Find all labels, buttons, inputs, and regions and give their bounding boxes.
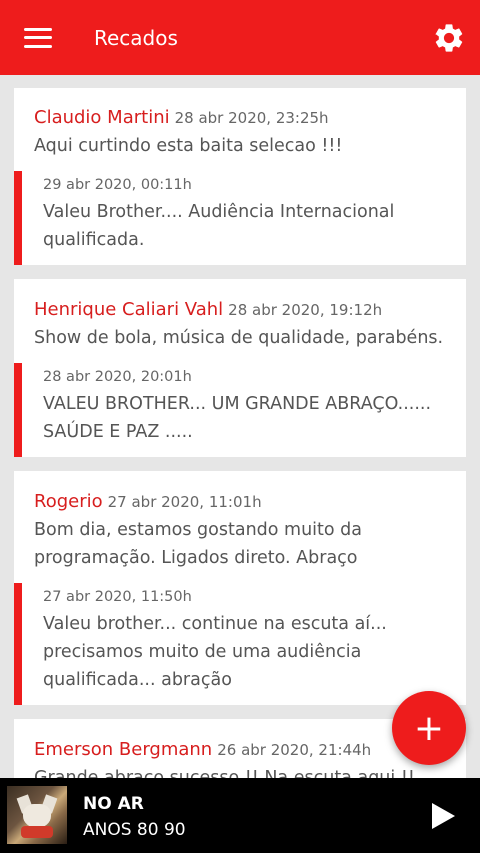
message-card: Rogerio 27 abr 2020, 11:01h Bom dia, esta… bbox=[14, 471, 466, 705]
reply-text: Valeu brother... continue na escuta aí..… bbox=[43, 614, 387, 690]
messages-list[interactable]: Claudio Martini 28 abr 2020, 23:25h Aqui … bbox=[0, 75, 480, 778]
reply-date: 28 abr 2020, 20:01h bbox=[43, 369, 192, 385]
reply-text: Valeu Brother.... Audiência Internaciona… bbox=[43, 202, 395, 250]
reply-block: 27 abr 2020, 11:50h Valeu brother... con… bbox=[14, 583, 466, 705]
reply-indicator bbox=[14, 363, 22, 457]
message-text: Bom dia, estamos gostando muito da progr… bbox=[34, 520, 362, 568]
reply-block: 29 abr 2020, 00:11h Valeu Brother.... Au… bbox=[14, 171, 466, 265]
play-icon[interactable] bbox=[430, 802, 456, 830]
message-author: Henrique Caliari Vahl bbox=[34, 299, 224, 320]
message-header: Henrique Caliari Vahl 28 abr 2020, 19:12h bbox=[34, 299, 382, 320]
reply-indicator bbox=[14, 171, 22, 265]
message-author: Emerson Bergmann bbox=[34, 739, 213, 760]
reply-date: 27 abr 2020, 11:50h bbox=[43, 589, 192, 605]
reply-text: VALEU BROTHER... UM GRANDE ABRAÇO...... … bbox=[43, 394, 432, 442]
message-date: 26 abr 2020, 21:44h bbox=[217, 741, 372, 759]
reply-date: 29 abr 2020, 00:11h bbox=[43, 177, 192, 193]
reply-indicator bbox=[14, 583, 22, 705]
message-author: Claudio Martini bbox=[34, 107, 170, 128]
reply-block: 28 abr 2020, 20:01h VALEU BROTHER... UM … bbox=[14, 363, 466, 457]
message-text: Show de bola, música de qualidade, parab… bbox=[34, 328, 444, 348]
gear-icon[interactable] bbox=[432, 21, 466, 55]
menu-icon[interactable] bbox=[24, 27, 52, 48]
album-cover[interactable] bbox=[7, 786, 67, 844]
message-date: 28 abr 2020, 19:12h bbox=[228, 301, 383, 319]
message-card: Claudio Martini 28 abr 2020, 23:25h Aqui … bbox=[14, 88, 466, 265]
message-header: Rogerio 27 abr 2020, 11:01h bbox=[34, 491, 262, 512]
player-status: NO AR bbox=[83, 794, 144, 814]
message-date: 28 abr 2020, 23:25h bbox=[174, 109, 329, 127]
page-title: Recados bbox=[94, 25, 178, 50]
message-date: 27 abr 2020, 11:01h bbox=[107, 493, 262, 511]
message-text: Grande abraço sucesso !! Na escuta aqui … bbox=[34, 768, 415, 778]
player-bar[interactable]: NO AR ANOS 80 90 bbox=[0, 778, 480, 853]
message-author: Rogerio bbox=[34, 491, 103, 512]
message-header: Emerson Bergmann 26 abr 2020, 21:44h bbox=[34, 739, 371, 760]
message-card: Henrique Caliari Vahl 28 abr 2020, 19:12h… bbox=[14, 279, 466, 457]
app-bar: Recados bbox=[0, 0, 480, 75]
message-text: Aqui curtindo esta baita selecao !!! bbox=[34, 136, 343, 156]
message-header: Claudio Martini 28 abr 2020, 23:25h bbox=[34, 107, 329, 128]
add-message-button[interactable]: + bbox=[392, 691, 466, 765]
plus-icon: + bbox=[413, 707, 445, 749]
station-name: ANOS 80 90 bbox=[83, 820, 186, 840]
